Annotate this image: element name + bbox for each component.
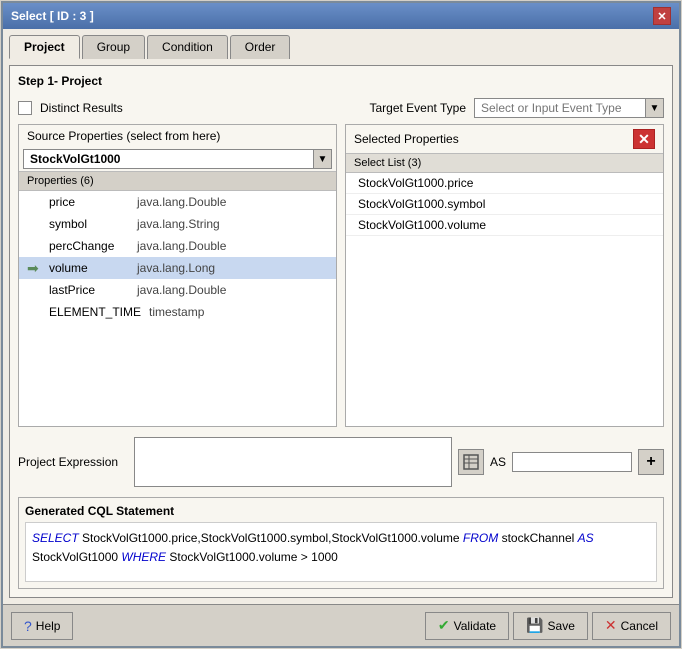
source-combo-arrow[interactable]: ▼ <box>313 150 331 168</box>
main-window: Select [ ID : 3 ] ✕ Project Group Condit… <box>1 1 681 648</box>
from-source: stockChannel <box>498 531 577 545</box>
property-type: java.lang.Double <box>137 239 226 253</box>
property-name: price <box>49 195 129 209</box>
property-name: percChange <box>49 239 129 253</box>
event-type-arrow[interactable]: ▼ <box>645 99 663 117</box>
property-type: timestamp <box>149 305 204 319</box>
selected-properties-header: Selected Properties ✕ <box>346 125 663 153</box>
save-label: Save <box>548 619 575 633</box>
cql-title: Generated CQL Statement <box>25 504 657 518</box>
property-row[interactable]: ➡ volume java.lang.Long <box>19 257 336 279</box>
property-type: java.lang.String <box>137 217 220 231</box>
property-row[interactable]: symbol java.lang.String <box>19 213 336 235</box>
property-name: ELEMENT_TIME <box>49 305 141 319</box>
select-list-header: Select List (3) <box>346 153 663 173</box>
selected-items-list: StockVolGt1000.priceStockVolGt1000.symbo… <box>346 173 663 426</box>
selected-item[interactable]: StockVolGt1000.price <box>346 173 663 194</box>
distinct-results-checkbox[interactable] <box>18 101 32 115</box>
main-panel: Step 1- Project Distinct Results Target … <box>9 65 673 598</box>
tab-order[interactable]: Order <box>230 35 291 59</box>
window-body: Project Group Condition Order Step 1- Pr… <box>3 29 679 604</box>
properties-list: price java.lang.Double symbol java.lang.… <box>19 191 336 426</box>
selected-item[interactable]: StockVolGt1000.volume <box>346 215 663 236</box>
tab-condition[interactable]: Condition <box>147 35 228 59</box>
cancel-button[interactable]: ✕ Cancel <box>592 612 671 640</box>
properties-panels: Source Properties (select from here) ▼ P… <box>18 124 664 427</box>
property-row[interactable]: lastPrice java.lang.Double <box>19 279 336 301</box>
distinct-results-label: Distinct Results <box>40 101 123 115</box>
select-fields: StockVolGt1000.price,StockVolGt1000.symb… <box>79 531 463 545</box>
footer-right: ✔ Validate 💾 Save ✕ Cancel <box>425 612 671 640</box>
event-type-input[interactable] <box>475 99 645 117</box>
event-type-combo[interactable]: ▼ <box>474 98 664 118</box>
property-arrow: ➡ <box>27 260 41 277</box>
as-target: StockVolGt1000 <box>32 550 121 564</box>
property-row[interactable]: price java.lang.Double <box>19 191 336 213</box>
expression-builder-button[interactable] <box>458 449 484 475</box>
validate-label: Validate <box>454 619 496 633</box>
tab-project[interactable]: Project <box>9 35 80 59</box>
cql-content: SELECT StockVolGt1000.price,StockVolGt10… <box>25 522 657 582</box>
property-name: symbol <box>49 217 129 231</box>
window-title: Select [ ID : 3 ] <box>11 9 94 23</box>
footer-left: ? Help <box>11 612 73 640</box>
project-expression-row: Project Expression AS ▼ + <box>18 433 664 491</box>
where-condition: StockVolGt1000.volume > 1000 <box>166 550 338 564</box>
property-type: java.lang.Double <box>137 195 226 209</box>
property-type: java.lang.Double <box>137 283 226 297</box>
properties-header: Properties (6) <box>19 171 336 191</box>
help-button[interactable]: ? Help <box>11 612 73 640</box>
selected-properties-panel: Selected Properties ✕ Select List (3) St… <box>345 124 664 427</box>
help-label: Help <box>36 619 61 633</box>
from-keyword: FROM <box>463 531 498 545</box>
property-name: lastPrice <box>49 283 129 297</box>
step-title: Step 1- Project <box>18 74 664 88</box>
source-input[interactable] <box>24 150 313 168</box>
cancel-label: Cancel <box>621 619 658 633</box>
property-type: java.lang.Long <box>137 261 215 275</box>
property-row[interactable]: ELEMENT_TIME timestamp <box>19 301 336 323</box>
save-button[interactable]: 💾 Save <box>513 612 588 640</box>
source-properties-title: Source Properties (select from here) <box>19 125 336 147</box>
save-icon: 💾 <box>526 617 543 634</box>
source-combo[interactable]: ▼ <box>23 149 332 169</box>
project-expression-label: Project Expression <box>18 455 128 469</box>
title-bar: Select [ ID : 3 ] ✕ <box>3 3 679 29</box>
options-row: Distinct Results Target Event Type ▼ <box>18 98 664 118</box>
tab-bar: Project Group Condition Order <box>9 35 673 59</box>
footer: ? Help ✔ Validate 💾 Save ✕ Cancel <box>3 604 679 646</box>
property-name: volume <box>49 261 129 275</box>
tab-group[interactable]: Group <box>82 35 145 59</box>
as-label: AS <box>490 455 506 469</box>
validate-icon: ✔ <box>438 617 450 634</box>
selected-item[interactable]: StockVolGt1000.symbol <box>346 194 663 215</box>
validate-button[interactable]: ✔ Validate <box>425 612 509 640</box>
source-properties-panel: Source Properties (select from here) ▼ P… <box>18 124 337 427</box>
target-event-type-label: Target Event Type <box>369 101 466 115</box>
where-keyword: WHERE <box>121 550 166 564</box>
select-keyword: SELECT <box>32 531 79 545</box>
close-button[interactable]: ✕ <box>653 7 671 25</box>
selected-properties-title: Selected Properties <box>354 132 459 146</box>
property-row[interactable]: percChange java.lang.Double <box>19 235 336 257</box>
add-expression-button[interactable]: + <box>638 449 664 475</box>
as-keyword: AS <box>578 531 594 545</box>
help-icon: ? <box>24 618 32 634</box>
cql-section: Generated CQL Statement SELECT StockVolG… <box>18 497 664 589</box>
as-combo[interactable]: ▼ <box>512 452 632 472</box>
cancel-icon: ✕ <box>605 617 617 634</box>
delete-selected-button[interactable]: ✕ <box>633 129 655 149</box>
project-expression-input[interactable] <box>134 437 452 487</box>
table-icon <box>463 454 479 470</box>
